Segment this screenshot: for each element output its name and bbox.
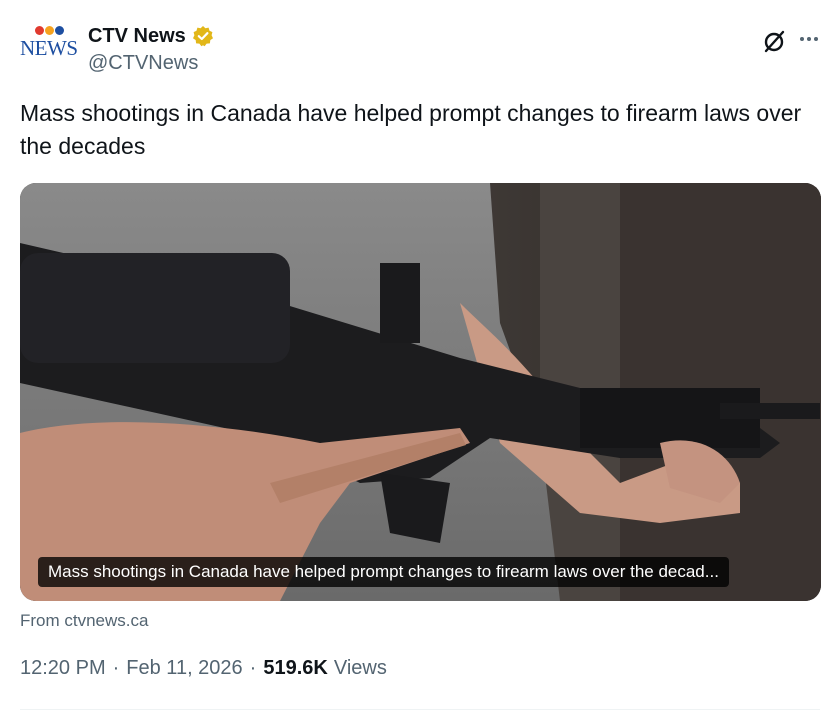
verified-badge-icon[interactable] — [192, 25, 214, 47]
tweet-text: Mass shootings in Canada have helped pro… — [20, 100, 802, 159]
card-source-link[interactable]: From ctvnews.ca — [20, 611, 148, 631]
views-count[interactable]: 519.6K — [263, 657, 328, 680]
more-icon[interactable] — [796, 26, 822, 52]
tweet-header: NEWS CTV News @CTVNews — [20, 18, 820, 82]
link-card-image[interactable] — [20, 183, 821, 601]
avatar-logo-text: NEWS — [20, 36, 78, 60]
author-display-name[interactable]: CTV News — [88, 25, 186, 48]
meta-separator: · — [112, 657, 120, 679]
card-image-caption: Mass shootings in Canada have helped pro… — [38, 557, 729, 587]
avatar[interactable]: NEWS — [20, 26, 78, 76]
views-label[interactable]: Views — [334, 657, 387, 680]
grok-icon[interactable] — [762, 28, 788, 54]
author-handle[interactable]: @CTVNews — [88, 52, 198, 75]
tweet-meta: 12:20 PM · Feb 11, 2026 · 519.6K Views — [20, 657, 387, 680]
tweet-time[interactable]: 12:20 PM — [20, 657, 106, 680]
tweet-date[interactable]: Feb 11, 2026 — [126, 657, 242, 680]
divider — [20, 709, 820, 710]
ctv-logo-dots — [35, 26, 75, 36]
author-name-row: CTV News — [88, 22, 214, 50]
meta-separator: · — [249, 657, 257, 679]
